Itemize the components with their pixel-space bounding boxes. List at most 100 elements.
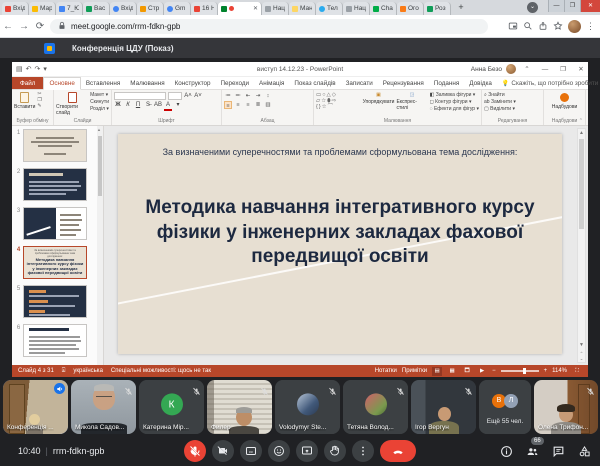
maximize-button[interactable]: ❐ bbox=[564, 0, 580, 12]
ppt-restore-button[interactable]: ❐ bbox=[556, 65, 570, 73]
strikethrough-icon[interactable]: S̶ bbox=[144, 101, 152, 111]
people-button[interactable]: 66 bbox=[524, 439, 540, 463]
tab-close-icon[interactable]: ✕ bbox=[253, 5, 258, 12]
select-button[interactable]: ▢ Виділити ▾ bbox=[484, 106, 515, 113]
reading-view-icon[interactable]: 🗖 bbox=[462, 367, 472, 376]
browser-tab[interactable]: Cha bbox=[370, 2, 397, 15]
slide-thumbnail[interactable] bbox=[23, 324, 87, 357]
ribbon-tab-1[interactable]: Основне bbox=[43, 77, 80, 90]
ribbon-tab-8[interactable]: Записати bbox=[341, 77, 378, 89]
ribbon-tab-7[interactable]: Показ слайдів bbox=[289, 77, 340, 89]
shrink-font-icon[interactable]: A˅ bbox=[194, 92, 202, 100]
bookmark-star-icon[interactable] bbox=[553, 21, 563, 31]
slide-thumbnail[interactable]: За визначеними суперечностями та проблем… bbox=[23, 246, 87, 279]
participant-tile[interactable]: Volodymyr Ste... bbox=[275, 380, 340, 434]
raise-hand-button[interactable] bbox=[324, 440, 346, 462]
ribbon-tab-0[interactable]: Файл bbox=[12, 77, 43, 89]
find-button[interactable]: ⌕ Знайти bbox=[484, 92, 505, 99]
bold-icon[interactable]: Ж bbox=[114, 101, 122, 111]
numbering-icon[interactable]: ≕ bbox=[234, 92, 242, 100]
participant-tile[interactable]: Ігор Вергун bbox=[411, 380, 476, 434]
comments-button[interactable]: Примітки bbox=[402, 368, 427, 374]
shape-outline-button[interactable]: ◻ Контур фігури ▾ bbox=[430, 99, 479, 106]
browser-tab[interactable]: Вхід bbox=[2, 2, 29, 15]
font-name-box[interactable] bbox=[114, 92, 166, 100]
align-center-icon[interactable]: ≡ bbox=[234, 101, 242, 109]
addins-button[interactable]: Надбудови bbox=[552, 92, 578, 110]
justify-icon[interactable]: ≣ bbox=[254, 101, 262, 109]
shapes-gallery[interactable]: ▭○△◇▱☆⬮⇨{}☆⌒ bbox=[316, 92, 361, 110]
browser-tab[interactable]: Ого bbox=[397, 2, 424, 15]
columns-icon[interactable]: ▥ bbox=[264, 101, 272, 109]
layout-button[interactable]: Макет ▾ bbox=[90, 92, 109, 99]
present-button[interactable] bbox=[296, 440, 318, 462]
browser-tab[interactable]: Вхід bbox=[110, 2, 137, 15]
slide-thumbnail[interactable] bbox=[23, 129, 87, 162]
italic-icon[interactable]: К bbox=[124, 101, 132, 111]
reset-button[interactable]: Скинути bbox=[90, 99, 109, 106]
slideshow-icon[interactable]: ▶ bbox=[477, 367, 487, 376]
slide-thumbnail[interactable] bbox=[23, 168, 87, 201]
info-button[interactable] bbox=[498, 439, 514, 463]
browser-tab[interactable]: Нац bbox=[262, 2, 289, 15]
forward-icon[interactable]: → bbox=[16, 21, 32, 32]
mic-button[interactable] bbox=[184, 440, 206, 462]
profile-avatar[interactable] bbox=[568, 20, 581, 33]
paste-button[interactable]: Вставити bbox=[14, 92, 35, 110]
ribbon-tab-6[interactable]: Анімація bbox=[254, 77, 289, 89]
shape-fill-button[interactable]: ◧ Заливка фігури ▾ bbox=[430, 92, 479, 99]
participant-tile[interactable]: ККатерина Мір... bbox=[139, 380, 204, 434]
zoom-percent[interactable]: 114% bbox=[552, 368, 567, 374]
activities-button[interactable] bbox=[576, 439, 592, 463]
grow-font-icon[interactable]: A˄ bbox=[184, 92, 192, 100]
reload-icon[interactable]: ⟳ bbox=[32, 21, 48, 32]
browser-tab[interactable]: Нац bbox=[343, 2, 370, 15]
new-tab-button[interactable]: + bbox=[455, 2, 467, 14]
line-spacing-icon[interactable]: ↕ bbox=[264, 92, 272, 100]
format-painter-icon[interactable]: ✎ bbox=[37, 104, 41, 109]
captions-button[interactable]: cc bbox=[240, 440, 262, 462]
ribbon-tab-9[interactable]: Рецензування bbox=[378, 77, 429, 89]
reactions-button[interactable] bbox=[268, 440, 290, 462]
ribbon-tab-10[interactable]: Подання bbox=[429, 77, 464, 89]
font-size-box[interactable] bbox=[168, 92, 182, 100]
participant-tile[interactable]: Олена Трифон... bbox=[534, 380, 598, 434]
notes-button[interactable]: Нотатки bbox=[375, 368, 397, 374]
spellcheck-icon[interactable]: ⌻ bbox=[62, 368, 66, 375]
tell-me-box[interactable]: 💡Скажіть, що потрібно зробити bbox=[497, 77, 600, 89]
end-call-button[interactable] bbox=[380, 440, 416, 462]
participant-tile[interactable]: Конференція ... bbox=[3, 380, 68, 434]
ppt-minimize-button[interactable]: — bbox=[538, 66, 552, 73]
arrange-button[interactable]: ▣ Упорядкувати bbox=[363, 92, 395, 105]
quick-styles-button[interactable]: ◲ Експрес-стилі bbox=[396, 92, 427, 111]
indent-icon[interactable]: ⇥ bbox=[254, 92, 262, 100]
underline-icon[interactable]: П bbox=[134, 101, 142, 111]
more-options-button[interactable] bbox=[352, 440, 374, 462]
font-menu-icon[interactable]: ▾ bbox=[174, 101, 182, 111]
zoom-in-icon[interactable]: + bbox=[544, 368, 548, 374]
share-icon[interactable] bbox=[538, 21, 548, 31]
participant-tile[interactable]: Микола Садов... bbox=[71, 380, 136, 434]
current-slide[interactable]: За визначеними суперечностями та проблем… bbox=[118, 134, 562, 354]
browser-tab[interactable]: Gm bbox=[164, 2, 191, 15]
url-bar[interactable]: meet.google.com/rrm-fdkn-gpb bbox=[50, 19, 488, 34]
browser-tab[interactable]: Роз bbox=[424, 2, 451, 15]
browser-tab[interactable]: Вас bbox=[83, 2, 110, 15]
align-right-icon[interactable]: ≡ bbox=[244, 101, 252, 109]
browser-tab[interactable]: Мар bbox=[29, 2, 56, 15]
browser-tab[interactable]: Ман bbox=[289, 2, 316, 15]
replace-button[interactable]: ab Замінити ▾ bbox=[484, 99, 516, 106]
slide-scrollbar[interactable]: ▲▼⌃⌄ bbox=[577, 128, 586, 363]
shape-effects-button[interactable]: ◌ Ефекти для фігур ▾ bbox=[430, 106, 479, 113]
slide-sorter-icon[interactable]: ▦ bbox=[447, 367, 457, 376]
language-label[interactable]: українська bbox=[73, 368, 103, 374]
ppt-close-button[interactable]: ✕ bbox=[574, 65, 588, 73]
account-avatar[interactable] bbox=[506, 64, 516, 74]
close-button[interactable]: ✕ bbox=[580, 0, 600, 12]
ribbon-tab-5[interactable]: Переходи bbox=[216, 77, 255, 89]
slide-thumbnail[interactable] bbox=[23, 285, 87, 318]
picture-in-picture-icon[interactable] bbox=[508, 21, 518, 31]
ribbon-display-icon[interactable]: ⌃ bbox=[520, 65, 534, 73]
outdent-icon[interactable]: ⇤ bbox=[244, 92, 252, 100]
ribbon-tab-11[interactable]: Довідка bbox=[464, 77, 497, 89]
